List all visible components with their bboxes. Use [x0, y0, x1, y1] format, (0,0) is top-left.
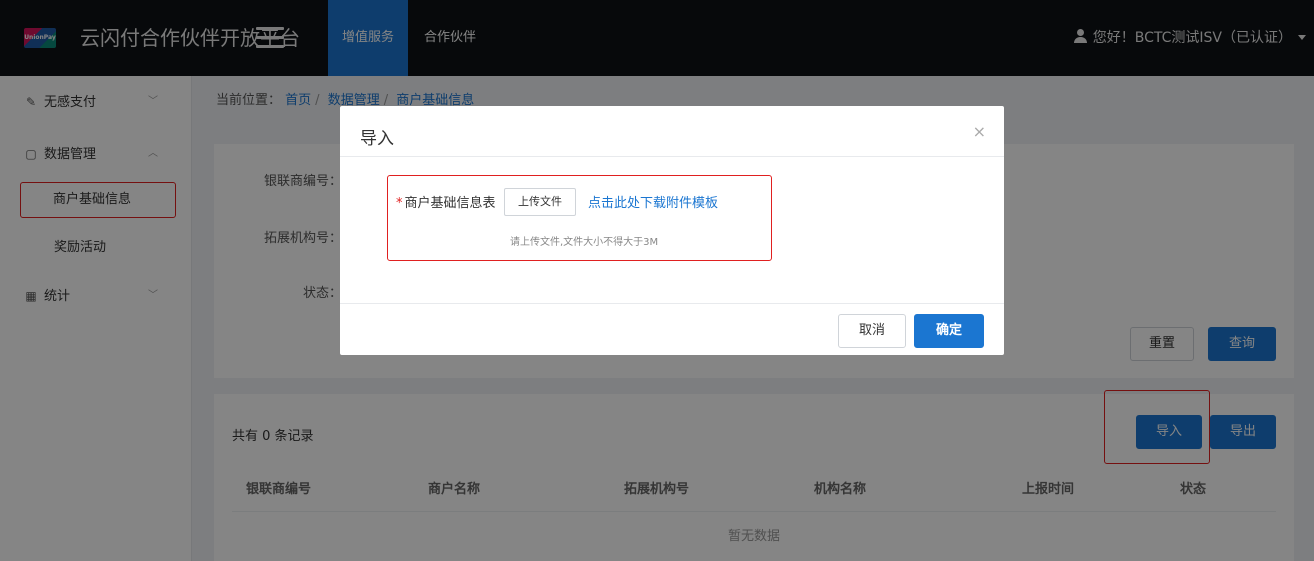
dialog-title: 导入	[360, 129, 394, 149]
divider	[340, 156, 1004, 157]
import-dialog: 导入 × * 商户基础信息表 上传文件 点击此处下载附件模板 请上传文件,文件大小…	[340, 106, 1004, 355]
download-template-link[interactable]: 点击此处下载附件模板	[588, 192, 718, 211]
merchant-info-file-label: * 商户基础信息表	[396, 196, 496, 211]
upload-file-button[interactable]: 上传文件	[504, 188, 576, 216]
close-icon[interactable]: ×	[973, 122, 986, 141]
confirm-button[interactable]: 确定	[914, 314, 984, 348]
cancel-button[interactable]: 取消	[838, 314, 906, 348]
divider	[340, 303, 1004, 304]
upload-highlight-box	[387, 175, 772, 261]
upload-hint: 请上传文件,文件大小不得大于3M	[510, 237, 659, 248]
required-marker: *	[396, 196, 403, 211]
